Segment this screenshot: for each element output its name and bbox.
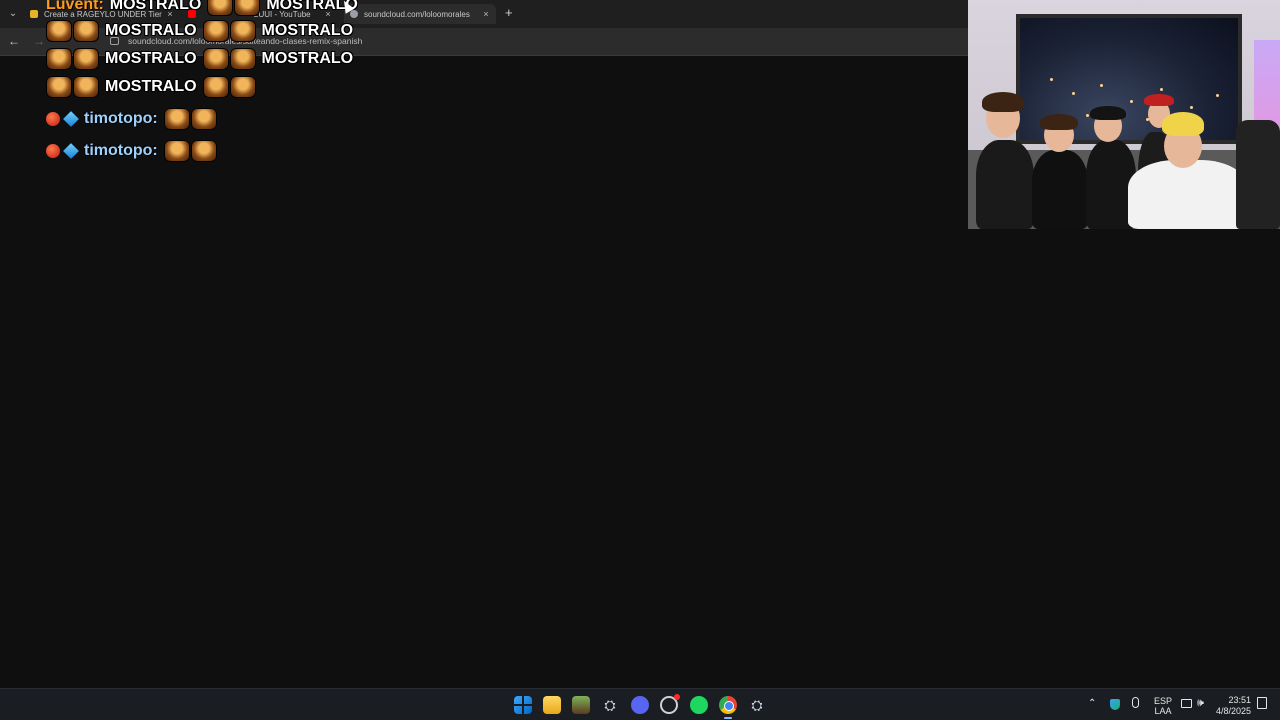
person [1032, 150, 1088, 229]
steam-icon[interactable]: ⛭ [601, 696, 619, 714]
gaming-chair [1236, 120, 1280, 229]
screen: ⌄ Create a RAGEYLO UNDER Tier × 2UUI - Y… [0, 0, 1280, 720]
person [1128, 160, 1248, 229]
emote-icon [73, 76, 99, 98]
emote-icon [190, 108, 217, 130]
emote-icon [202, 76, 229, 98]
keyboard-layout: LAA [1154, 706, 1172, 716]
person-hair [1144, 94, 1174, 106]
chat-spam-line: MOSTRALO [46, 76, 256, 98]
emote-icon [202, 20, 229, 42]
emote-group [46, 76, 99, 98]
subscriber-badge-icon [46, 112, 60, 126]
new-tab-button[interactable]: + [505, 5, 513, 21]
cube-badge-icon [63, 143, 79, 159]
chat-message: timotopo: [46, 140, 217, 162]
windows-start-icon[interactable] [514, 696, 532, 714]
chat-spam-text: MOSTRALO [261, 22, 354, 39]
clock-date: 4/8/2025 [1216, 706, 1252, 716]
notification-icon[interactable] [1257, 697, 1267, 709]
file-explorer-icon[interactable] [543, 696, 561, 714]
emote-icon [163, 108, 190, 130]
person-hair [982, 92, 1024, 112]
clock-time: 23:51 [1228, 695, 1252, 705]
back-arrow-icon[interactable]: ← [8, 34, 20, 48]
chrome-icon[interactable] [719, 696, 737, 714]
emote-icon [46, 48, 72, 70]
emote-group [202, 76, 256, 98]
emote-group [163, 140, 217, 162]
language-indicator[interactable]: ESP LAA [1154, 696, 1172, 716]
active-app-indicator [724, 717, 732, 719]
emote-group [207, 0, 261, 16]
emote-icon [229, 76, 256, 98]
chat-spam-text: MOSTRALO [105, 22, 197, 39]
chat-spam-text: MOSTRALO [109, 0, 202, 13]
chat-spam-text: MOSTRALO [261, 50, 354, 67]
cube-badge-icon [63, 111, 79, 127]
emote-icon [46, 76, 72, 98]
emote-group [163, 108, 217, 130]
subscriber-badge-icon [46, 144, 60, 158]
emote-group [202, 48, 256, 70]
emote-group [202, 20, 256, 42]
chat-spam-line: Luvent: MOSTRALO MOSTRALO [46, 0, 364, 16]
chat-username: timotopo: [84, 142, 158, 159]
tab-favicon-icon [30, 10, 38, 18]
minecraft-icon[interactable] [572, 696, 590, 714]
tab-search-chevron-icon[interactable]: ⌄ [4, 5, 22, 23]
discord-icon[interactable] [631, 696, 649, 714]
webcam-feed [968, 0, 1280, 229]
emote-icon [73, 20, 99, 42]
chat-spam-line: MOSTRALO MOSTRALO [46, 20, 359, 42]
emote-icon [229, 48, 256, 70]
clock[interactable]: 23:51 4/8/2025 [1216, 695, 1251, 717]
show-hidden-icons-chevron-icon[interactable]: ⌃ [1088, 698, 1096, 709]
chat-username: timotopo: [84, 110, 158, 127]
emote-group [46, 48, 99, 70]
spotify-icon[interactable] [690, 696, 708, 714]
emote-icon [190, 140, 217, 162]
language-code: ESP [1154, 696, 1173, 706]
emote-icon [46, 20, 72, 42]
chat-spam-text: MOSTRALO [105, 50, 197, 67]
chat-username: Luvent: [46, 0, 104, 13]
windows-security-icon[interactable] [1110, 699, 1120, 710]
tab-close-icon[interactable]: × [480, 4, 492, 24]
emote-icon [73, 48, 99, 70]
emote-icon [163, 140, 190, 162]
microphone-icon[interactable] [1132, 697, 1139, 708]
volume-icon[interactable]: 🕪 [1197, 697, 1204, 710]
person [976, 140, 1034, 229]
person-hair [1040, 114, 1078, 130]
beanie [1162, 112, 1204, 136]
tab-soundcloud[interactable]: soundcloud.com/loloomorales × [344, 4, 496, 24]
network-icon[interactable] [1181, 699, 1192, 708]
person-hair [1090, 106, 1126, 120]
emote-group [46, 20, 99, 42]
emote-icon [207, 0, 234, 16]
forward-arrow-icon[interactable]: → [33, 34, 45, 48]
steam-icon[interactable]: ⛭ [748, 696, 766, 714]
emote-icon [234, 0, 261, 16]
emote-icon [202, 48, 229, 70]
taskbar: ⛭ ⛭ ⌃ ESP LAA 🕪 23:51 4/8/2025 [0, 688, 1280, 720]
chat-spam-line: MOSTRALO MOSTRALO [46, 48, 359, 70]
chat-message: timotopo: [46, 108, 217, 130]
chat-spam-text: MOSTRALO [105, 78, 197, 95]
tab-title: soundcloud.com/loloomorales [364, 9, 470, 19]
emote-icon [229, 20, 256, 42]
obs-icon[interactable] [660, 694, 680, 714]
